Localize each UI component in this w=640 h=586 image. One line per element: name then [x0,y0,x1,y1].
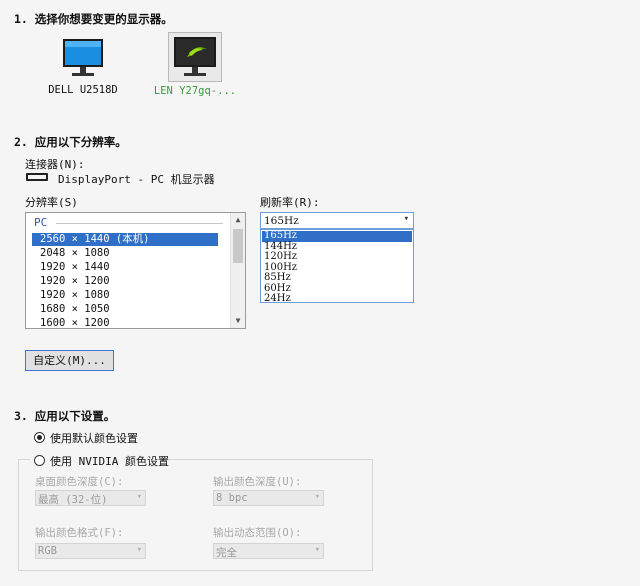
refresh-option[interactable]: 24Hz [262,293,412,305]
desktop-depth-value: 最高 (32-位) [38,494,108,506]
chevron-down-icon: ▾ [314,492,320,502]
resolution-item[interactable]: 1680 × 1050 [32,303,218,316]
resolution-item[interactable]: 1920 × 1440 [32,261,218,274]
radio-default-label: 使用默认颜色设置 [50,432,138,445]
resolution-group-header: PC [34,216,48,229]
refresh-rate-options[interactable]: 165Hz 144Hz 120Hz 100Hz 85Hz 60Hz 24Hz [260,229,414,305]
output-range-label: 输出动态范围(O): [213,527,302,539]
scroll-down-icon[interactable]: ▼ [231,314,245,328]
output-depth-select[interactable]: 8 bpc ▾ [213,490,324,506]
monitor-dell[interactable]: DELL U2518D [38,36,128,96]
radio-default-color[interactable] [34,432,45,443]
monitor-label: LEN Y27gq-... [153,85,237,97]
refresh-option[interactable]: 85Hz [262,272,412,284]
refresh-rate-value: 165Hz [264,215,299,227]
resolution-scrollbar[interactable]: ▲ ▼ [230,213,245,328]
output-range-value: 完全 [216,547,237,559]
chevron-down-icon: ▾ [136,492,142,502]
output-format-label: 输出颜色格式(F): [35,527,124,539]
group-divider [56,223,223,224]
scroll-up-icon[interactable]: ▲ [231,213,245,227]
output-depth-label: 输出颜色深度(U): [213,476,302,488]
section-3-title: 3. 应用以下设置。 [14,409,116,423]
resolution-item[interactable]: 1920 × 1080 [32,289,218,302]
section-2-title: 2. 应用以下分辨率。 [14,135,127,149]
chevron-down-icon: ▾ [314,545,320,555]
desktop-depth-select[interactable]: 最高 (32-位) ▾ [35,490,146,506]
resolution-item[interactable]: 1600 × 1200 [32,317,218,328]
section-1-title: 1. 选择你想要变更的显示器。 [14,12,173,26]
refresh-option[interactable]: 165Hz [262,230,412,242]
resolution-item[interactable]: 2048 × 1080 [32,247,218,260]
monitor-len[interactable]: LEN Y27gq-... [150,32,240,97]
output-range-select[interactable]: 完全 ▾ [213,543,324,559]
scroll-thumb[interactable] [233,229,243,263]
refresh-rate-select[interactable]: 165Hz ▾ [260,212,414,229]
monitor-label: DELL U2518D [48,84,118,96]
monitor-icon [59,36,107,80]
monitor-nvidia-icon [168,32,222,82]
customize-button[interactable]: 自定义(M)... [25,350,114,371]
refresh-option[interactable]: 120Hz [262,251,412,263]
resolution-item[interactable]: 2560 × 1440 (本机) [32,233,218,246]
displayport-icon [26,173,48,181]
connector-label: 连接器(N): [25,158,85,171]
chevron-down-icon: ▾ [136,545,142,555]
output-depth-value: 8 bpc [216,492,248,504]
resolution-listbox[interactable]: PC 2560 × 1440 (本机) 2048 × 1080 1920 × 1… [25,212,246,329]
resolution-item[interactable]: 1920 × 1200 [32,275,218,288]
resolution-label: 分辨率(S) [25,196,78,209]
radio-nvidia-label: 使用 NVIDIA 颜色设置 [50,455,169,468]
radio-dot-icon [37,435,42,440]
desktop-depth-label: 桌面颜色深度(C): [35,476,124,488]
radio-nvidia-color[interactable] [34,455,45,466]
refresh-label: 刷新率(R): [260,196,320,209]
output-format-select[interactable]: RGB ▾ [35,543,146,559]
chevron-down-icon: ▾ [403,214,409,224]
output-format-value: RGB [38,545,57,557]
connector-value: DisplayPort - PC 机显示器 [58,173,215,186]
